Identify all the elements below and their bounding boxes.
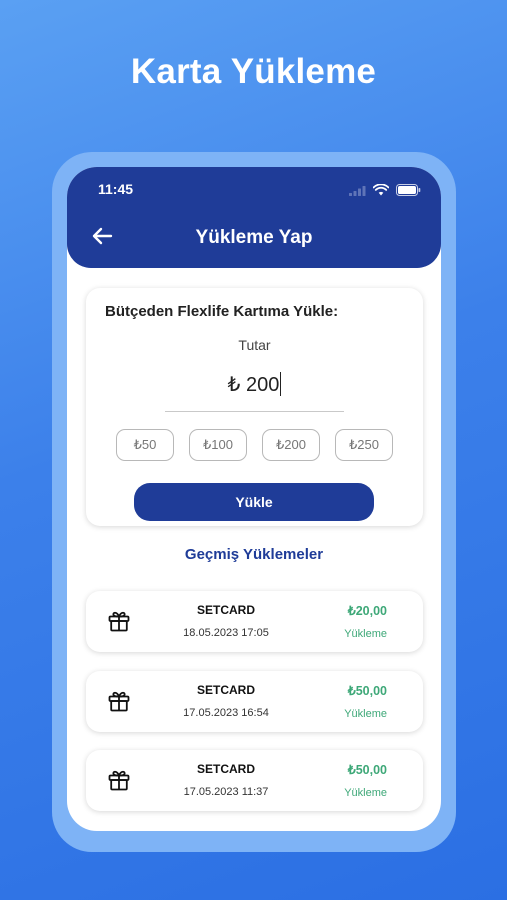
item-amount: ₺50,00 xyxy=(347,763,387,777)
page-title: Yükleme Yap xyxy=(195,227,313,248)
amount-input[interactable]: ₺ 200 xyxy=(165,368,344,412)
history-item[interactable]: SETCARD 17.05.2023 11:37 ₺50,00 Yükleme xyxy=(86,750,423,811)
wifi-icon xyxy=(372,183,390,201)
topup-card: Bütçeden Flexlife Kartıma Yükle: Tutar ₺… xyxy=(86,288,423,526)
item-date: 17.05.2023 11:37 xyxy=(183,786,269,798)
item-date: 17.05.2023 16:54 xyxy=(183,707,269,719)
status-icons xyxy=(349,183,421,201)
quick-amount-chip-50[interactable]: ₺50 xyxy=(116,429,174,461)
status-time: 11:45 xyxy=(98,181,134,197)
quick-amount-chips: ₺50 ₺100 ₺200 ₺250 xyxy=(116,429,393,461)
quick-amount-chip-100[interactable]: ₺100 xyxy=(189,429,247,461)
promo-title: Karta Yükleme xyxy=(130,52,377,91)
quick-amount-chip-250[interactable]: ₺250 xyxy=(335,429,393,461)
app-header: 11:45 Yükleme Yap xyxy=(67,167,441,268)
text-caret xyxy=(280,372,282,396)
gift-icon xyxy=(108,690,130,712)
gift-icon xyxy=(108,769,130,791)
topup-heading: Bütçeden Flexlife Kartıma Yükle: xyxy=(105,303,339,320)
history-item[interactable]: SETCARD 17.05.2023 16:54 ₺50,00 Yükleme xyxy=(86,671,423,732)
item-type: Yükleme xyxy=(344,628,387,640)
item-type: Yükleme xyxy=(344,787,387,799)
amount-label: Tutar xyxy=(238,337,271,353)
item-name: SETCARD xyxy=(196,603,255,617)
battery-icon xyxy=(396,183,421,201)
item-date: 18.05.2023 17:05 xyxy=(183,627,269,639)
item-amount: ₺20,00 xyxy=(347,604,387,618)
history-item[interactable]: SETCARD 18.05.2023 17:05 ₺20,00 Yükleme xyxy=(86,591,423,652)
item-name: SETCARD xyxy=(196,683,255,697)
gift-icon xyxy=(108,610,130,632)
item-name: SETCARD xyxy=(196,762,255,776)
phone-screen: 11:45 Yükleme Yap Bütçeden Flexlife Kart… xyxy=(67,167,441,831)
item-amount: ₺50,00 xyxy=(347,684,387,698)
signal-icon xyxy=(349,183,366,201)
item-type: Yükleme xyxy=(344,708,387,720)
amount-value: ₺ 200 xyxy=(227,374,280,396)
quick-amount-chip-200[interactable]: ₺200 xyxy=(262,429,320,461)
history-title: Geçmiş Yüklemeler xyxy=(184,546,324,563)
submit-topup-button[interactable]: Yükle xyxy=(134,483,374,521)
